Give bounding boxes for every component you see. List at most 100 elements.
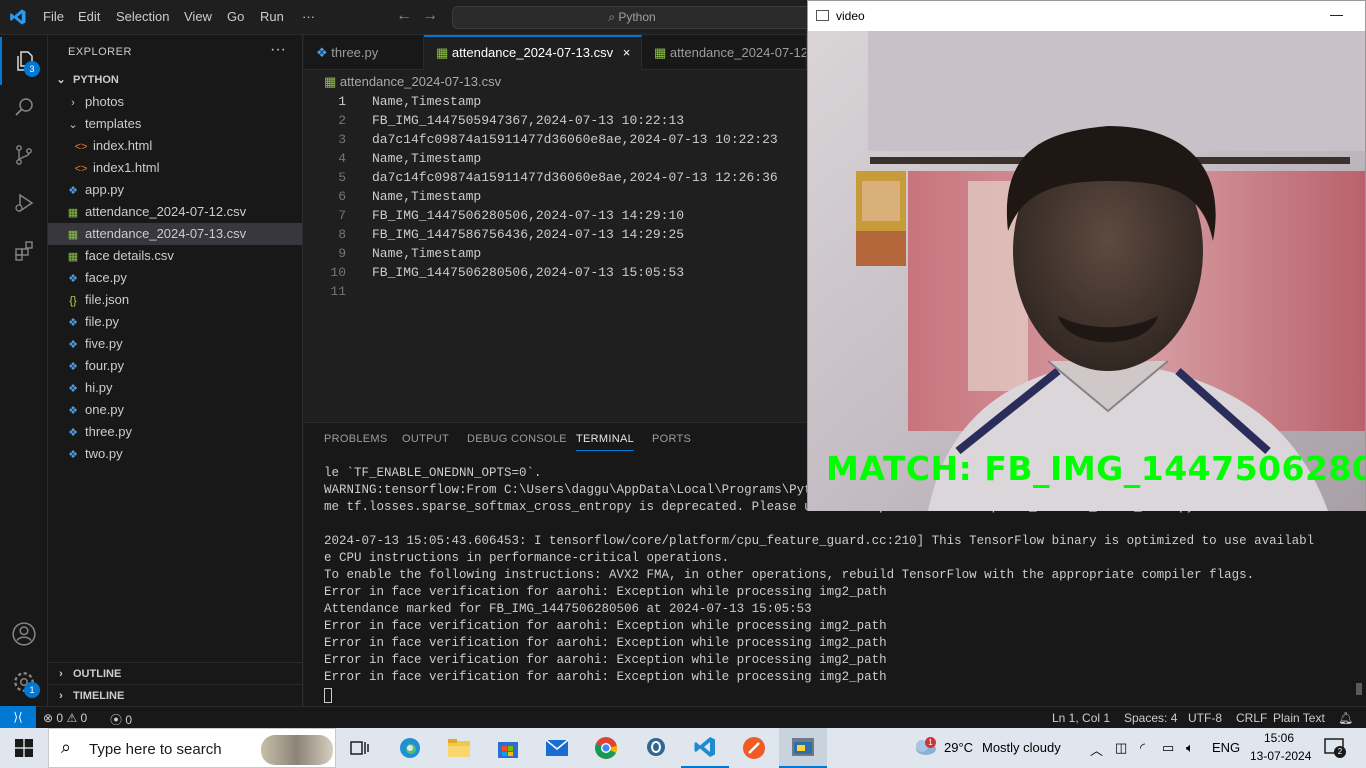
explorer-item[interactable]: ❖ file.py bbox=[48, 311, 302, 333]
code-line[interactable]: FB_IMG_1447505947367,2024-07-13 10:22:13 bbox=[372, 113, 684, 128]
tab-output[interactable]: OUTPUT bbox=[402, 433, 449, 445]
clock-time[interactable]: 15:06 bbox=[1264, 731, 1294, 745]
bell-icon[interactable]: 🔔︎ bbox=[1338, 711, 1353, 725]
problems-status[interactable]: ⊗ 0 ⚠ 0 bbox=[43, 711, 87, 725]
network-icon[interactable]: ◜ bbox=[1140, 740, 1145, 756]
chrome-icon[interactable] bbox=[582, 728, 630, 768]
python-window-icon[interactable] bbox=[779, 728, 827, 768]
meet-now-icon[interactable]: ◫ bbox=[1115, 740, 1127, 756]
tab-attendance-0713[interactable]: ▦ attendance_2024-07-13.csv × bbox=[424, 35, 642, 70]
postman-icon[interactable] bbox=[730, 728, 778, 768]
run-debug-icon[interactable] bbox=[0, 179, 48, 227]
explorer-item[interactable]: ❖ three.py bbox=[48, 421, 302, 443]
python-icon: ❖ bbox=[68, 427, 78, 439]
edge-icon[interactable] bbox=[386, 728, 434, 768]
tab-ports[interactable]: PORTS bbox=[652, 433, 691, 445]
menu-run[interactable]: Run bbox=[260, 9, 284, 24]
tab-debug-console[interactable]: DEBUG CONSOLE bbox=[467, 433, 567, 445]
terminal-line: To enable the following instructions: AV… bbox=[324, 568, 1255, 582]
code-line[interactable]: Name,Timestamp bbox=[372, 151, 481, 166]
taskbar-search[interactable]: ⌕ Type here to search bbox=[48, 728, 336, 768]
python-icon: ❖ bbox=[68, 449, 78, 461]
battery-icon[interactable]: ▭ bbox=[1162, 740, 1174, 756]
search-view-icon[interactable] bbox=[0, 83, 48, 131]
explorer-item[interactable]: ❖ one.py bbox=[48, 399, 302, 421]
explorer-item[interactable]: ▦ attendance_2024-07-13.csv bbox=[48, 223, 302, 245]
vscode-taskbar-icon[interactable] bbox=[681, 728, 729, 768]
remote-indicator-icon[interactable]: ⟩⟨ bbox=[0, 706, 36, 728]
minimize-icon[interactable]: — bbox=[1330, 7, 1343, 22]
csv-icon: ▦ bbox=[67, 251, 79, 263]
code-line[interactable]: FB_IMG_1447506280506,2024-07-13 15:05:53 bbox=[372, 265, 684, 280]
explorer-item[interactable]: ▦ face details.csv bbox=[48, 245, 302, 267]
code-line[interactable]: Name,Timestamp bbox=[372, 246, 481, 261]
tab-terminal[interactable]: TERMINAL bbox=[576, 433, 635, 451]
forward-arrow-icon[interactable]: → bbox=[422, 7, 438, 25]
menu-file[interactable]: File bbox=[43, 9, 64, 24]
extensions-icon[interactable] bbox=[0, 227, 48, 275]
microsoft-store-icon[interactable] bbox=[484, 728, 532, 768]
command-center-search[interactable]: ⌕ Python bbox=[452, 6, 812, 29]
code-line[interactable]: FB_IMG_1447586756436,2024-07-13 14:29:25 bbox=[372, 227, 684, 242]
cursor-position[interactable]: Ln 1, Col 1 bbox=[1052, 711, 1110, 725]
explorer-icon[interactable]: 3 bbox=[0, 37, 48, 85]
notifications-icon[interactable]: 2 bbox=[1324, 738, 1346, 759]
explorer-more-icon[interactable]: ··· bbox=[270, 41, 286, 59]
explorer-item[interactable]: ❖ hi.py bbox=[48, 377, 302, 399]
tab-problems[interactable]: PROBLEMS bbox=[324, 433, 388, 445]
terminal-cursor bbox=[324, 688, 332, 703]
back-arrow-icon[interactable]: ← bbox=[396, 7, 412, 25]
file-explorer-icon[interactable] bbox=[435, 728, 483, 768]
menu-go[interactable]: Go bbox=[227, 9, 244, 24]
explorer-item[interactable]: ❖ four.py bbox=[48, 355, 302, 377]
weather-widget[interactable]: 1 bbox=[912, 734, 938, 761]
indentation[interactable]: Spaces: 4 bbox=[1124, 711, 1177, 725]
menu-view[interactable]: View bbox=[184, 9, 212, 24]
menu-selection[interactable]: Selection bbox=[116, 9, 169, 24]
code-line[interactable]: da7c14fc09874a15911477d36060e8ae,2024-07… bbox=[372, 132, 778, 147]
explorer-item[interactable]: {} file.json bbox=[48, 289, 302, 311]
outline-section[interactable]: › OUTLINE bbox=[48, 662, 302, 684]
explorer-item[interactable]: ❖ two.py bbox=[48, 443, 302, 465]
terminal-scrollbar[interactable] bbox=[1356, 683, 1362, 695]
show-hidden-icons-icon[interactable]: ︿ bbox=[1090, 740, 1103, 759]
explorer-item[interactable]: <> index1.html bbox=[48, 157, 302, 179]
line-endings[interactable]: CRLF bbox=[1236, 711, 1267, 725]
folder-root-python[interactable]: ⌄ PYTHON bbox=[48, 69, 302, 91]
code-line[interactable]: da7c14fc09874a15911477d36060e8ae,2024-07… bbox=[372, 170, 778, 185]
explorer-item[interactable]: ❖ app.py bbox=[48, 179, 302, 201]
ports-status[interactable]: ⦿ 0 bbox=[110, 711, 132, 728]
explorer-item[interactable]: ▦ attendance_2024-07-12.csv bbox=[48, 201, 302, 223]
settings-gear-icon[interactable]: 1 bbox=[0, 658, 48, 706]
postgresql-icon[interactable] bbox=[632, 728, 680, 768]
timeline-label: TIMELINE bbox=[73, 690, 125, 702]
code-line[interactable]: Name,Timestamp bbox=[372, 94, 481, 109]
close-icon[interactable]: × bbox=[623, 45, 631, 60]
timeline-section[interactable]: › TIMELINE bbox=[48, 684, 302, 706]
code-line[interactable]: FB_IMG_1447506280506,2024-07-13 14:29:10 bbox=[372, 208, 684, 223]
language-mode[interactable]: Plain Text bbox=[1273, 711, 1325, 725]
explorer-item[interactable]: ❖ face.py bbox=[48, 267, 302, 289]
source-control-icon[interactable] bbox=[0, 131, 48, 179]
explorer-item[interactable]: ❖ five.py bbox=[48, 333, 302, 355]
encoding[interactable]: UTF-8 bbox=[1188, 711, 1222, 725]
language-indicator[interactable]: ENG bbox=[1212, 740, 1240, 755]
code-line[interactable]: Name,Timestamp bbox=[372, 189, 481, 204]
explorer-item[interactable]: ⌄ templates bbox=[48, 113, 302, 135]
windows-start-icon[interactable] bbox=[0, 728, 48, 768]
account-icon[interactable] bbox=[0, 610, 48, 658]
tab-three-py[interactable]: ❖ three.py bbox=[304, 35, 424, 70]
explorer-item[interactable]: <> index.html bbox=[48, 135, 302, 157]
mail-icon[interactable] bbox=[533, 728, 581, 768]
terminal-line: Error in face verification for aarohi: E… bbox=[324, 670, 887, 684]
tab-attendance-0712[interactable]: ▦ attendance_2024-07-12 bbox=[642, 35, 807, 70]
clock-date[interactable]: 13-07-2024 bbox=[1250, 749, 1311, 763]
breadcrumb-file[interactable]: attendance_2024-07-13.csv bbox=[340, 74, 501, 89]
menu-more[interactable]: ··· bbox=[302, 9, 315, 24]
explorer-item-label: photos bbox=[85, 94, 125, 109]
video-titlebar[interactable]: video — bbox=[808, 1, 1365, 31]
volume-icon[interactable]: 🔈︎ bbox=[1186, 740, 1194, 756]
explorer-item[interactable]: › photos bbox=[48, 91, 302, 113]
task-view-icon[interactable] bbox=[336, 728, 384, 768]
menu-edit[interactable]: Edit bbox=[78, 9, 100, 24]
